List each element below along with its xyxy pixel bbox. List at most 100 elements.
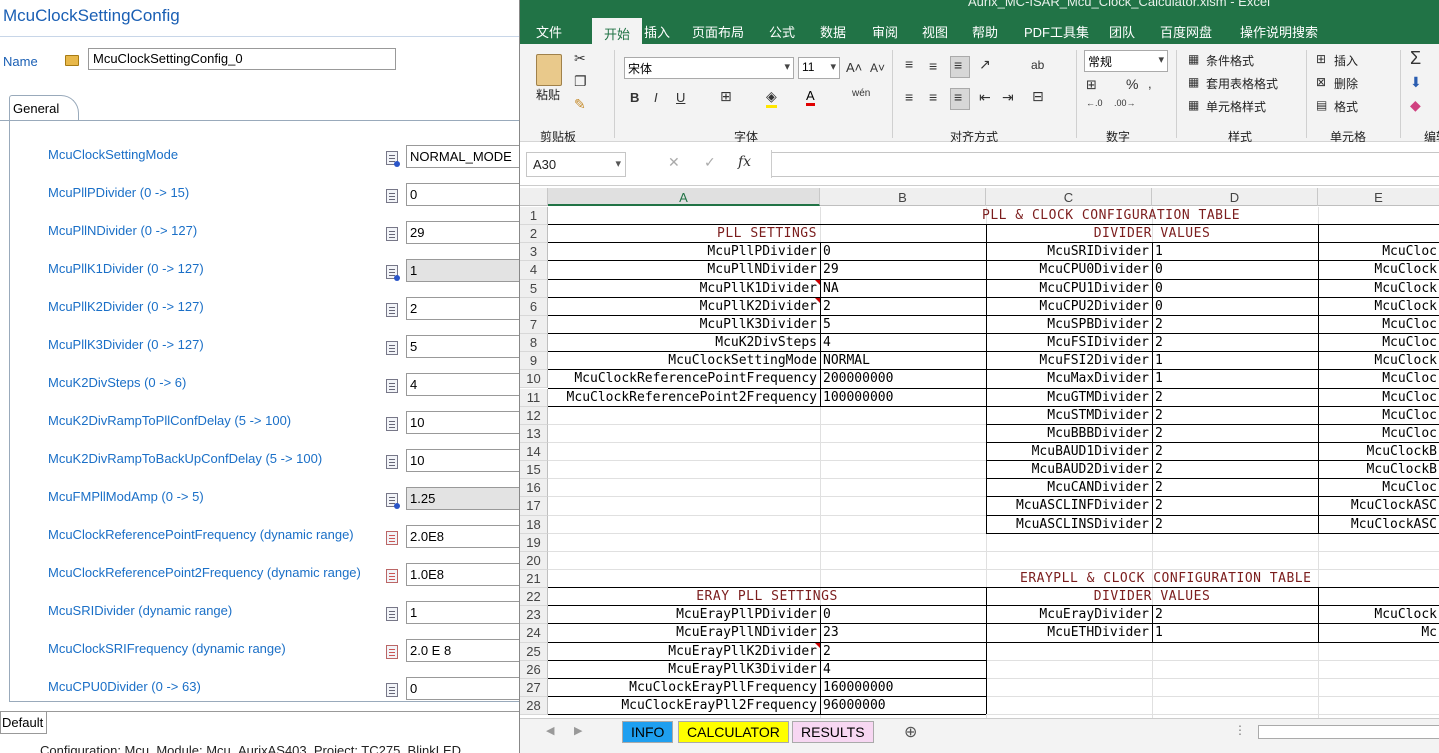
pll-settings-header[interactable]: PLL SETTINGS: [551, 225, 983, 243]
param-value-field[interactable]: 5: [406, 335, 520, 358]
copy-icon[interactable]: ❐: [574, 73, 587, 90]
cell-style-icon[interactable]: ▦: [1188, 98, 1199, 112]
pll-setting-value[interactable]: NA: [823, 280, 983, 298]
row-header[interactable]: 23: [520, 606, 548, 625]
clock-name-cut[interactable]: McuCloc: [1321, 243, 1437, 261]
bold-icon[interactable]: B: [630, 90, 639, 105]
clock-name-cut[interactable]: McuCloc: [1321, 334, 1437, 352]
pll-setting-name[interactable]: McuPllK3Divider: [551, 316, 817, 334]
divider-name[interactable]: McuBBBDivider: [989, 425, 1149, 443]
pll-setting-name[interactable]: McuK2DivSteps: [551, 334, 817, 352]
horizontal-scrollbar[interactable]: [1258, 725, 1439, 739]
eray-table-title[interactable]: ERAYPLL & CLOCK CONFIGURATION TABLE: [1020, 570, 1439, 588]
row-header[interactable]: 19: [520, 533, 548, 552]
eray-setting-name[interactable]: McuErayPllNDivider: [551, 624, 817, 642]
column-header[interactable]: D: [1152, 188, 1318, 206]
eray-divider-value[interactable]: 1: [1155, 624, 1315, 642]
param-value-field[interactable]: 1.25: [406, 487, 520, 510]
clock-name-cut[interactable]: McuClockASC: [1321, 516, 1437, 534]
row-header[interactable]: 14: [520, 442, 548, 462]
divider-name[interactable]: McuCANDivider: [989, 479, 1149, 497]
column-header[interactable]: B: [820, 188, 986, 206]
row-header[interactable]: 27: [520, 678, 548, 698]
clear-icon[interactable]: ◆: [1410, 97, 1421, 114]
pll-setting-value[interactable]: 29: [823, 261, 983, 279]
align-middle-icon[interactable]: ≡: [929, 58, 937, 74]
row-header[interactable]: 13: [520, 424, 548, 443]
ribbon-tab[interactable]: 团队: [1109, 16, 1135, 44]
divider-name[interactable]: McuBAUD2Divider: [989, 461, 1149, 479]
eray-setting-value[interactable]: 0: [823, 606, 983, 624]
row-header[interactable]: 12: [520, 406, 548, 425]
row-header[interactable]: 17: [520, 497, 548, 516]
name-input[interactable]: McuClockSettingConfig_0: [88, 48, 396, 70]
insert-cells-button[interactable]: 插入: [1334, 52, 1358, 69]
clock-name-cut[interactable]: Mc: [1321, 624, 1437, 642]
increase-decimal-icon[interactable]: ←.0: [1086, 98, 1103, 108]
accounting-icon[interactable]: ⊞: [1086, 77, 1097, 93]
divider-value[interactable]: 0: [1155, 261, 1315, 279]
row-header[interactable]: 28: [520, 697, 548, 716]
divider-value[interactable]: 0: [1155, 298, 1315, 316]
eray-setting-name[interactable]: McuClockErayPll2Frequency: [551, 697, 817, 715]
row-header[interactable]: 18: [520, 515, 548, 534]
divider-name[interactable]: McuCPU0Divider: [989, 261, 1149, 279]
cut-icon[interactable]: ✂: [574, 50, 586, 67]
pll-setting-name[interactable]: McuPllK1Divider: [551, 280, 817, 298]
pll-setting-value[interactable]: 5: [823, 316, 983, 334]
row-header[interactable]: 15: [520, 461, 548, 480]
paste-button[interactable]: 粘贴: [536, 86, 560, 103]
row-header[interactable]: 2: [520, 225, 548, 244]
divider-name[interactable]: McuASCLINFDivider: [989, 497, 1149, 515]
insert-cells-icon[interactable]: ⊞: [1316, 52, 1326, 66]
next-sheet-icon[interactable]: ▶: [574, 724, 582, 737]
clock-name-cut[interactable]: McuClock: [1321, 606, 1437, 624]
divider-value[interactable]: 0: [1155, 280, 1315, 298]
formula-input[interactable]: [772, 152, 1439, 177]
pll-setting-name[interactable]: McuPllK2Divider: [551, 298, 817, 316]
decrease-decimal-icon[interactable]: .00→: [1114, 98, 1136, 108]
divider-name[interactable]: McuSRIDivider: [989, 243, 1149, 261]
column-header[interactable]: C: [986, 188, 1152, 206]
divider-name[interactable]: McuMaxDivider: [989, 370, 1149, 388]
pll-setting-value[interactable]: NORMAL: [823, 352, 983, 370]
paste-icon[interactable]: [536, 54, 562, 86]
ribbon-tab[interactable]: 数据: [820, 16, 846, 44]
clock-name-cut[interactable]: McuClockASC: [1321, 497, 1437, 515]
cancel-icon[interactable]: ✕: [668, 154, 680, 171]
column-header[interactable]: E: [1318, 188, 1439, 206]
eray-setting-value[interactable]: 4: [823, 661, 983, 679]
tell-me-search[interactable]: 操作说明搜索: [1240, 16, 1318, 44]
clock-name-cut[interactable]: McuCloc: [1321, 316, 1437, 334]
format-cells-icon[interactable]: ▤: [1316, 98, 1327, 112]
pll-setting-name[interactable]: McuClockReferencePoint2Frequency: [551, 389, 817, 407]
folder-icon[interactable]: [65, 55, 79, 66]
divider-name[interactable]: McuSPBDivider: [989, 316, 1149, 334]
row-header[interactable]: 3: [520, 243, 548, 262]
ribbon-tab[interactable]: 审阅: [872, 16, 898, 44]
row-header[interactable]: 16: [520, 479, 548, 498]
eray-divider-header[interactable]: DIVIDER VALUES: [989, 588, 1315, 606]
cell-style-button[interactable]: 单元格样式: [1206, 98, 1266, 115]
param-value-field[interactable]: 2: [406, 297, 520, 320]
align-top-icon[interactable]: ≡: [905, 56, 913, 72]
row-header[interactable]: 21: [520, 570, 548, 589]
divider-value[interactable]: 2: [1155, 461, 1315, 479]
row-header[interactable]: 22: [520, 588, 548, 607]
phonetic-icon[interactable]: wén: [852, 88, 870, 99]
eray-setting-name[interactable]: McuErayPllPDivider: [551, 606, 817, 624]
increase-indent-icon[interactable]: ⇥: [1002, 89, 1014, 106]
param-value-field[interactable]: 1.0E8: [406, 563, 520, 586]
number-format-select[interactable]: 常规: [1084, 50, 1168, 72]
divider-name[interactable]: McuFSIDivider: [989, 334, 1149, 352]
insert-function-icon[interactable]: fx: [738, 154, 751, 170]
delete-cells-button[interactable]: 删除: [1334, 75, 1358, 92]
clock-name-cut[interactable]: McuCloc: [1321, 407, 1437, 425]
font-color-icon[interactable]: A: [806, 88, 815, 106]
divider-name[interactable]: McuSTMDivider: [989, 407, 1149, 425]
clock-name-cut[interactable]: McuCloc: [1321, 479, 1437, 497]
ribbon-tab[interactable]: 开始: [592, 18, 643, 44]
name-box[interactable]: A30: [526, 152, 626, 177]
pll-setting-value[interactable]: 4: [823, 334, 983, 352]
align-bottom-icon[interactable]: ≡: [950, 56, 970, 78]
